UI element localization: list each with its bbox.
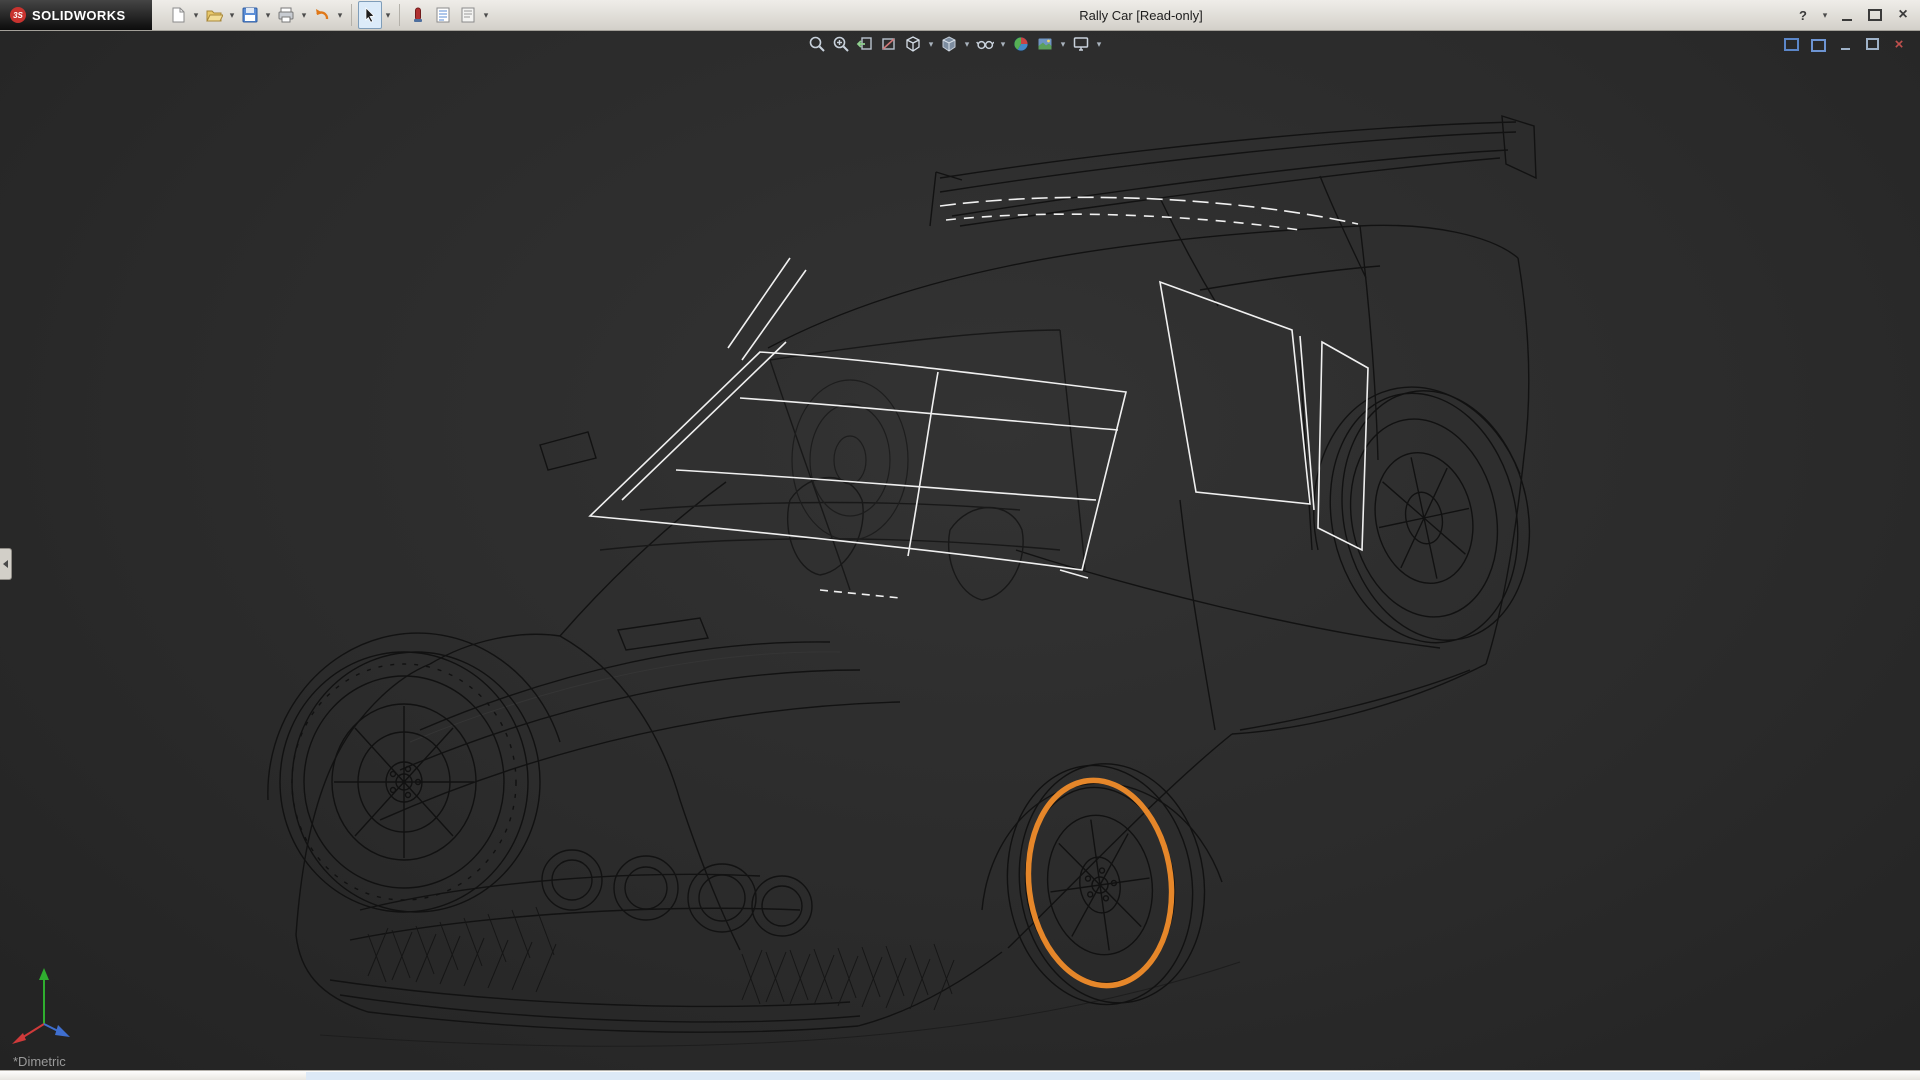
document-window-controls: ×: [1782, 35, 1908, 53]
dassault-logo-icon: 3S: [10, 7, 26, 23]
restore-icon: [1868, 9, 1882, 21]
scene-icon: [1036, 35, 1054, 53]
save-floppy-icon: [241, 6, 259, 24]
hide-show-items-dropdown[interactable]: ▾: [998, 39, 1008, 50]
print-button[interactable]: [274, 1, 298, 29]
apply-scene-button[interactable]: [1034, 33, 1056, 55]
zoom-to-fit-button[interactable]: [806, 33, 828, 55]
triad-y-axis: [39, 968, 49, 1024]
view-orientation-button[interactable]: [902, 33, 924, 55]
options-button[interactable]: [456, 1, 480, 29]
chevron-left-icon: [3, 560, 8, 568]
open-document-button[interactable]: [202, 1, 226, 29]
zoom-area-icon: [832, 35, 850, 53]
minimize-button[interactable]: [1836, 4, 1858, 26]
view-orientation-dropdown[interactable]: ▾: [926, 39, 936, 50]
display-style-dropdown[interactable]: ▾: [962, 39, 972, 50]
close-button[interactable]: ×: [1892, 4, 1914, 26]
save-button[interactable]: [238, 1, 262, 29]
apply-scene-dropdown[interactable]: ▾: [1058, 39, 1068, 50]
window-blue-button-2[interactable]: [1809, 35, 1827, 53]
glasses-icon: [976, 35, 994, 53]
car-body[interactable]: [268, 225, 1529, 1046]
rear-wing[interactable]: [930, 116, 1536, 306]
restore-icon: [1866, 38, 1879, 50]
open-document-dropdown[interactable]: ▾: [227, 10, 237, 21]
main-toolbar: ▾ ▾ ▾ ▾: [166, 1, 491, 29]
edit-appearance-button[interactable]: [1010, 33, 1032, 55]
appearance-ball-icon: [1012, 35, 1030, 53]
previous-view-button[interactable]: [854, 33, 876, 55]
title-bar: 3S SOLIDWORKS ▾ ▾ ▾: [0, 0, 1920, 31]
close-icon: ×: [1898, 7, 1907, 23]
view-cube-icon: [904, 35, 922, 53]
view-settings-dropdown[interactable]: ▾: [1094, 39, 1104, 50]
window-icon: [1784, 38, 1799, 51]
document-info-icon: [434, 6, 452, 24]
triad-z-axis: [44, 1024, 70, 1037]
help-button[interactable]: ?: [1792, 4, 1814, 26]
solidworks-logo: 3S SOLIDWORKS: [0, 0, 152, 30]
graphics-viewport[interactable]: ▾ ▾ ▾: [0, 30, 1920, 1070]
document-title: Rally Car [Read-only]: [1079, 8, 1203, 23]
zoom-to-area-button[interactable]: [830, 33, 852, 55]
new-document-icon: [169, 6, 187, 24]
document-close-button[interactable]: ×: [1890, 35, 1908, 53]
restore-button[interactable]: [1864, 4, 1886, 26]
triad-x-axis: [12, 1024, 44, 1044]
window-icon: [1811, 39, 1826, 52]
window-controls: ? ▾ ×: [1792, 0, 1914, 30]
print-dropdown[interactable]: ▾: [299, 10, 309, 21]
minimize-icon: [1841, 48, 1850, 50]
cursor-arrow-icon: [361, 6, 379, 24]
printer-icon: [277, 6, 295, 24]
rear-right-wheel[interactable]: [1308, 373, 1552, 660]
new-document-dropdown[interactable]: ▾: [191, 10, 201, 21]
orientation-triad: [10, 962, 90, 1050]
front-left-wheel[interactable]: [280, 652, 540, 912]
display-style-icon: [940, 35, 958, 53]
toolbar-separator: [351, 4, 352, 26]
view-settings-button[interactable]: [1070, 33, 1092, 55]
hide-show-items-button[interactable]: [974, 33, 996, 55]
highlighted-edges: [590, 197, 1368, 598]
window-blue-button-1[interactable]: [1782, 35, 1800, 53]
options-dropdown[interactable]: ▾: [481, 10, 491, 21]
status-bar-band: [306, 1072, 1700, 1080]
grille-lights[interactable]: [542, 850, 812, 936]
feature-panel-flyout-tab[interactable]: [0, 548, 12, 580]
heads-up-view-toolbar: ▾ ▾ ▾: [806, 33, 1104, 55]
brand-name: SOLIDWORKS: [32, 8, 126, 23]
help-icon: ?: [1799, 8, 1807, 23]
view-orientation-label: *Dimetric: [13, 1054, 66, 1069]
close-icon: ×: [1895, 37, 1904, 52]
undo-arrow-icon: [313, 6, 331, 24]
section-view-icon: [880, 35, 898, 53]
file-properties-button[interactable]: [431, 1, 455, 29]
wireframe-car-canvas[interactable]: [0, 30, 1920, 1070]
rebuild-button[interactable]: [406, 1, 430, 29]
help-dropdown[interactable]: ▾: [1820, 10, 1830, 21]
document-minimize-button[interactable]: [1836, 35, 1854, 53]
toolbar-separator: [399, 4, 400, 26]
minimize-icon: [1842, 19, 1852, 21]
display-style-button[interactable]: [938, 33, 960, 55]
open-folder-icon: [205, 6, 223, 24]
undo-dropdown[interactable]: ▾: [335, 10, 345, 21]
select-tool-button[interactable]: [358, 1, 382, 29]
status-bar: [0, 1070, 1920, 1080]
save-dropdown[interactable]: ▾: [263, 10, 273, 21]
zoom-fit-icon: [808, 35, 826, 53]
options-sheet-icon: [459, 6, 477, 24]
section-view-button[interactable]: [878, 33, 900, 55]
view-settings-icon: [1072, 35, 1090, 53]
select-tool-dropdown[interactable]: ▾: [383, 10, 393, 21]
undo-button[interactable]: [310, 1, 334, 29]
document-restore-button[interactable]: [1863, 35, 1881, 53]
side-window-highlight: [1160, 282, 1310, 504]
previous-view-icon: [856, 35, 874, 53]
rebuild-icon: [409, 6, 427, 24]
new-document-button[interactable]: [166, 1, 190, 29]
